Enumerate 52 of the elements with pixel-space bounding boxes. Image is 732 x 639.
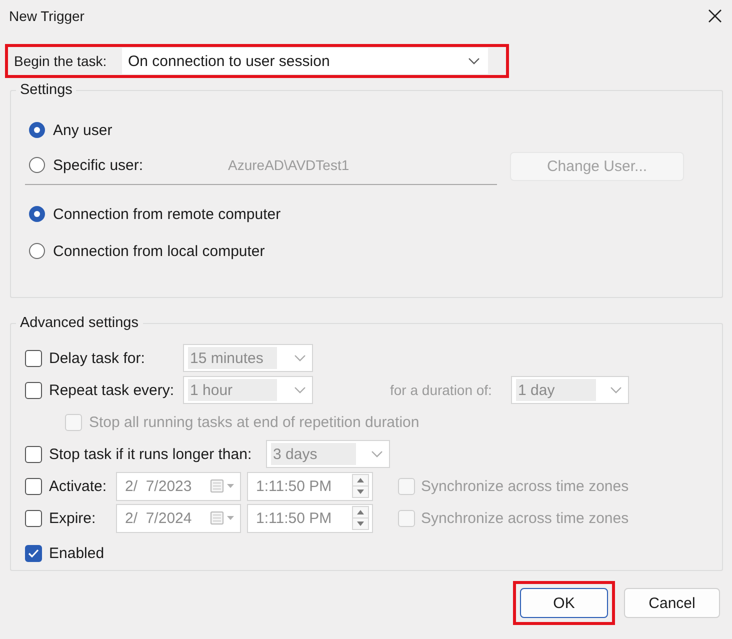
chevron-down-icon xyxy=(468,57,480,65)
calendar-icon xyxy=(210,479,236,493)
checkbox[interactable] xyxy=(25,350,42,366)
checkbox-label: Stop task if it runs longer than: xyxy=(49,446,253,462)
dropdown[interactable]: 3 days xyxy=(266,440,390,468)
checkbox-label: Enabled xyxy=(49,544,104,562)
dropdown[interactable]: 1 day xyxy=(511,376,629,404)
group-title: Settings xyxy=(19,82,74,98)
dropdown[interactable]: 1 hour xyxy=(183,376,313,404)
date-picker[interactable]: 2/ 7/2023 xyxy=(116,472,241,500)
checkbox-label: Stop all running tasks at end of repetition duration xyxy=(89,414,420,430)
date-picker[interactable]: 2/ 7/2024 xyxy=(116,504,241,532)
chevron-down-icon xyxy=(610,386,622,394)
checkbox-label: Synchronize across time zones xyxy=(421,478,629,494)
checkbox[interactable] xyxy=(25,382,42,398)
radio-button[interactable] xyxy=(29,157,45,173)
close-button[interactable] xyxy=(708,9,722,23)
dropdown[interactable]: 15 minutes xyxy=(183,344,313,372)
checkbox[interactable] xyxy=(25,446,42,462)
time-field[interactable]: 1:11:50 PM xyxy=(247,504,373,532)
calendar-icon xyxy=(210,511,236,525)
group-title: Advanced settings xyxy=(19,315,140,331)
chevron-down-icon xyxy=(294,354,306,362)
radio-button[interactable] xyxy=(29,206,45,222)
checkbox[interactable] xyxy=(25,478,42,494)
window-title: New Trigger xyxy=(9,8,84,24)
checkbox-label: Expire: xyxy=(49,510,97,526)
radio-button[interactable] xyxy=(29,122,45,138)
checkbox[interactable] xyxy=(25,510,42,526)
dialog-button[interactable]: OK xyxy=(520,588,608,618)
dialog-button[interactable]: Cancel xyxy=(624,588,720,618)
account-name: AzureAD\AVDTest1 xyxy=(228,157,350,173)
spin-buttons-icon xyxy=(352,474,369,498)
radio-label: Any user xyxy=(53,122,112,138)
chevron-down-icon xyxy=(371,450,383,458)
check-icon xyxy=(28,548,39,558)
radio-label: Connection from remote computer xyxy=(53,206,281,222)
radio-button[interactable] xyxy=(29,243,45,259)
time-field[interactable]: 1:11:50 PM xyxy=(247,472,373,500)
checkbox-label: Repeat task every: xyxy=(49,382,176,398)
dropdown[interactable]: On connection to user session xyxy=(122,48,488,74)
checkbox[interactable] xyxy=(25,544,42,562)
checkbox-label: Synchronize across time zones xyxy=(421,510,629,526)
chevron-down-icon xyxy=(294,386,306,394)
radio-label: Connection from local computer xyxy=(53,242,265,260)
checkbox-label: Activate: xyxy=(49,478,108,494)
spin-buttons-icon xyxy=(352,506,369,530)
checkbox-label: Delay task for: xyxy=(49,350,146,366)
field-label: for a duration of: xyxy=(390,382,493,398)
close-icon xyxy=(708,9,722,23)
field-label: Begin the task: xyxy=(14,53,108,69)
radio-label: Specific user: xyxy=(53,156,144,174)
